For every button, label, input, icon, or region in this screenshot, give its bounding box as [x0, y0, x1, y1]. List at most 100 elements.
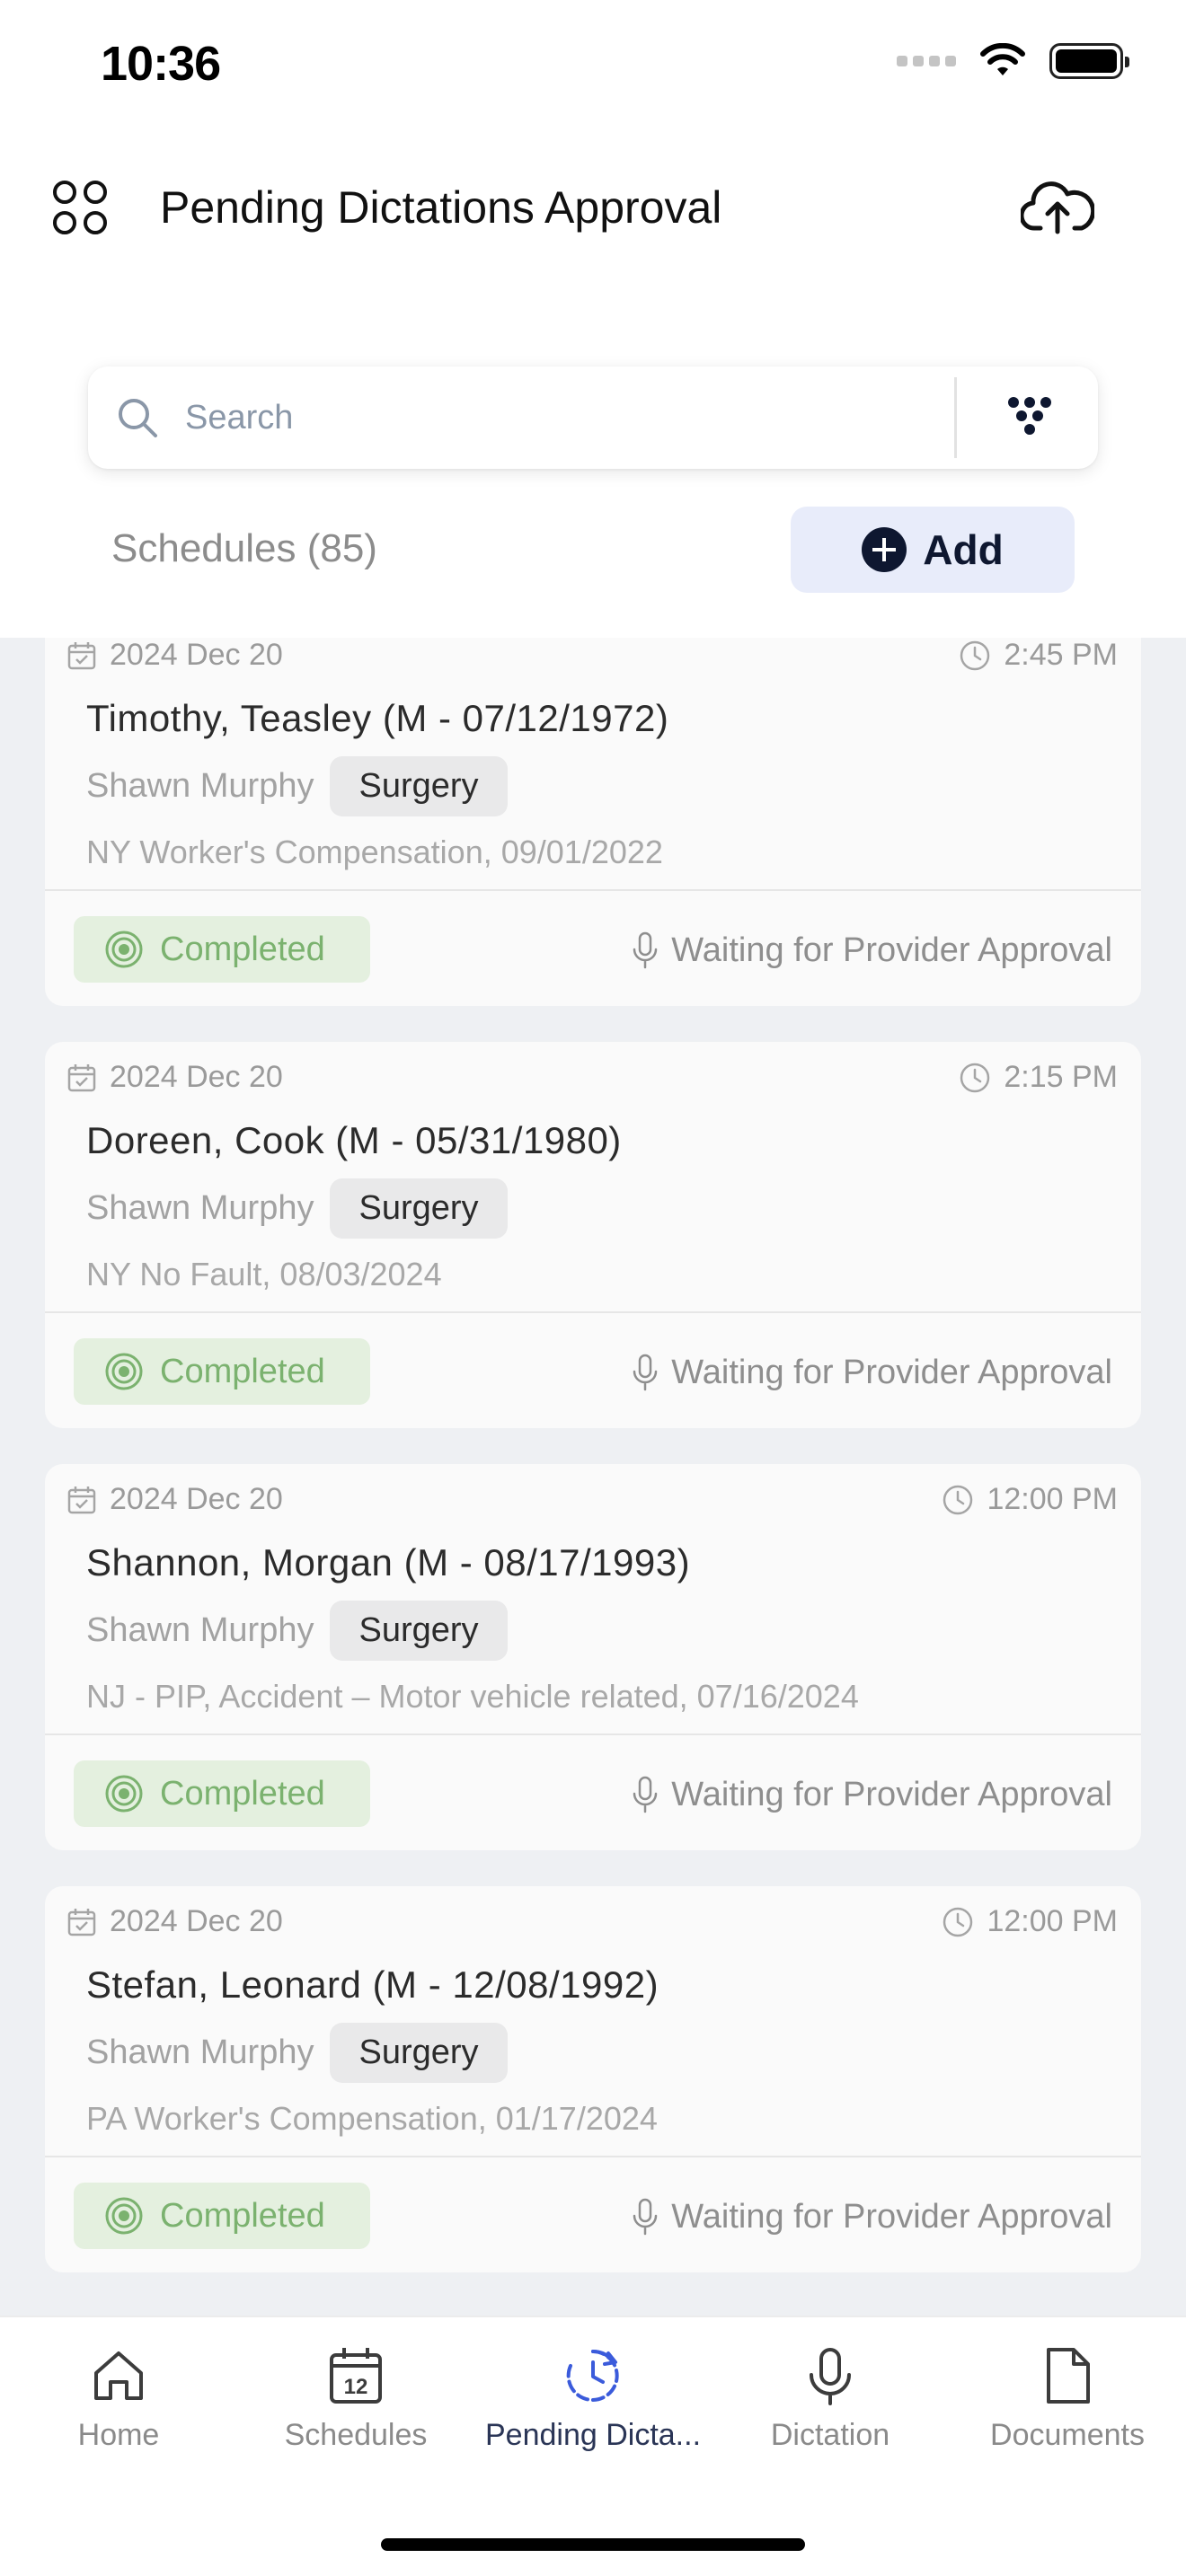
approval-text: Waiting for Provider Approval: [671, 1775, 1112, 1813]
card-date: 2024 Dec 20: [66, 638, 283, 673]
clock-icon: [960, 640, 990, 670]
tab-label: Home: [77, 2418, 160, 2452]
dictation-card[interactable]: 2024 Dec 20 12:00 PM Shannon, Morgan (M …: [45, 1464, 1141, 1850]
battery-icon: [1049, 43, 1129, 79]
insurance-info: PA Worker's Compensation, 01/17/2024: [86, 2100, 658, 2137]
approval-status: Waiting for Provider Approval: [632, 1775, 1112, 1814]
tab-documents[interactable]: Documents: [949, 2344, 1186, 2488]
provider-row: Shawn Murphy Surgery: [86, 1178, 508, 1239]
approval-text: Waiting for Provider Approval: [671, 2197, 1112, 2236]
tab-label: Dictation: [770, 2418, 890, 2452]
card-time: 12:00 PM: [942, 1904, 1118, 1939]
tab-pending-dictations[interactable]: Pending Dicta...: [474, 2344, 712, 2488]
tab-label: Pending Dicta...: [484, 2418, 702, 2452]
dictation-card[interactable]: 2024 Dec 20 2:15 PM Doreen, Cook (M - 05…: [45, 1042, 1141, 1428]
clock-refresh-icon: [566, 2349, 619, 2402]
plus-circle-icon: [862, 527, 907, 572]
microphone-icon: [633, 2198, 658, 2236]
tab-schedules[interactable]: 12 Schedules: [237, 2344, 474, 2488]
status-text: Completed: [160, 1774, 325, 1813]
card-divider: [45, 1311, 1141, 1313]
calendar-check-icon: [67, 1486, 96, 1513]
clock-icon: [943, 1485, 973, 1514]
search-divider: [954, 377, 957, 458]
search-bar: [88, 366, 1098, 469]
tab-home[interactable]: Home: [0, 2344, 237, 2488]
patient-name: Stefan, Leonard (M - 12/08/1992): [86, 1963, 659, 2006]
cloud-upload-icon[interactable]: [1021, 178, 1094, 237]
provider-name: Shawn Murphy: [86, 1189, 314, 1227]
add-button[interactable]: Add: [791, 507, 1075, 593]
provider-name: Shawn Murphy: [86, 1611, 314, 1649]
cellular-signal-icon: [897, 56, 956, 66]
tab-bar: Home 12 Schedules Pending Dicta... Dicta…: [0, 2316, 1186, 2576]
microphone-icon: [810, 2348, 851, 2405]
card-time: 2:15 PM: [959, 1060, 1118, 1095]
insurance-info: NJ - PIP, Accident – Motor vehicle relat…: [86, 1678, 859, 1715]
clock-icon: [943, 1907, 973, 1936]
provider-row: Shawn Murphy Surgery: [86, 2023, 508, 2083]
home-icon: [94, 2351, 143, 2400]
status-text: Completed: [160, 1352, 325, 1390]
card-date: 2024 Dec 20: [66, 1482, 283, 1517]
svg-text:12: 12: [344, 2375, 368, 2399]
approval-status: Waiting for Provider Approval: [632, 2197, 1112, 2236]
microphone-icon: [633, 1776, 658, 1813]
card-date: 2024 Dec 20: [66, 1904, 283, 1939]
card-date-text: 2024 Dec 20: [110, 1482, 283, 1516]
dictation-card[interactable]: 2024 Dec 20 2:45 PM Timothy, Teasley (M …: [45, 638, 1141, 1006]
card-time: 12:00 PM: [942, 1482, 1118, 1517]
apps-grid-icon[interactable]: [50, 178, 110, 237]
schedules-row: Schedules (85) Add: [0, 503, 1186, 604]
app-header: Pending Dictations Approval: [0, 135, 1186, 278]
status-badge: Completed: [74, 1338, 370, 1405]
card-time-text: 12:00 PM: [987, 1904, 1118, 1938]
status-badge: Completed: [74, 1760, 370, 1827]
dictation-card[interactable]: 2024 Dec 20 12:00 PM Stefan, Leonard (M …: [45, 1886, 1141, 2272]
add-button-label: Add: [923, 526, 1004, 573]
approval-status: Waiting for Provider Approval: [632, 931, 1112, 970]
card-date: 2024 Dec 20: [66, 1060, 283, 1095]
wifi-icon: [980, 43, 1025, 75]
approval-text: Waiting for Provider Approval: [671, 1353, 1112, 1391]
microphone-icon: [633, 931, 658, 969]
department-badge: Surgery: [330, 2023, 508, 2083]
schedules-count: Schedules (85): [111, 526, 377, 570]
filter-icon[interactable]: [1005, 392, 1055, 442]
home-indicator[interactable]: [381, 2538, 805, 2551]
completed-radio-icon: [105, 931, 143, 968]
dictation-list: 2024 Dec 20 2:45 PM Timothy, Teasley (M …: [0, 638, 1186, 2316]
status-indicators: [897, 43, 1129, 79]
completed-radio-icon: [105, 1353, 143, 1390]
microphone-icon: [633, 1354, 658, 1391]
provider-row: Shawn Murphy Surgery: [86, 756, 508, 816]
provider-name: Shawn Murphy: [86, 2033, 314, 2071]
insurance-info: NY Worker's Compensation, 09/01/2022: [86, 834, 663, 870]
status-bar: 10:36: [0, 0, 1186, 135]
search-icon: [119, 399, 157, 437]
page-title: Pending Dictations Approval: [160, 182, 722, 233]
card-divider: [45, 889, 1141, 891]
approval-status: Waiting for Provider Approval: [632, 1353, 1112, 1392]
department-badge: Surgery: [330, 756, 508, 816]
card-time-text: 12:00 PM: [987, 1482, 1118, 1516]
tab-dictation[interactable]: Dictation: [712, 2344, 949, 2488]
tab-label: Documents: [990, 2418, 1145, 2452]
status-text: Completed: [160, 930, 325, 968]
document-icon: [1047, 2348, 1090, 2404]
department-badge: Surgery: [330, 1601, 508, 1661]
card-time: 2:45 PM: [959, 638, 1118, 673]
card-divider: [45, 2156, 1141, 2157]
search-input[interactable]: [185, 386, 1030, 449]
patient-name: Timothy, Teasley (M - 07/12/1972): [86, 697, 669, 739]
approval-text: Waiting for Provider Approval: [671, 931, 1112, 969]
card-time-text: 2:15 PM: [1004, 1060, 1118, 1094]
status-time: 10:36: [101, 37, 221, 91]
tab-label: Schedules: [284, 2418, 428, 2452]
completed-radio-icon: [105, 2197, 143, 2235]
calendar-check-icon: [67, 1908, 96, 1936]
calendar-check-icon: [67, 1063, 96, 1091]
card-time-text: 2:45 PM: [1004, 638, 1118, 672]
clock-icon: [960, 1063, 990, 1092]
status-badge: Completed: [74, 2183, 370, 2249]
